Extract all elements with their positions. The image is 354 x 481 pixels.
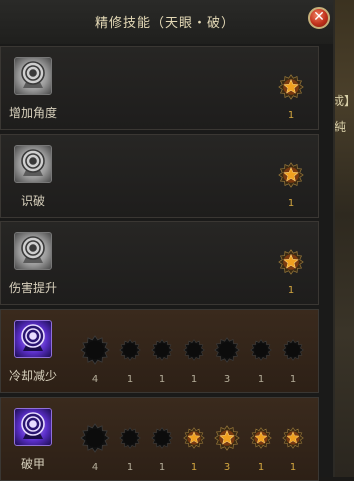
star-level-label: 1 <box>190 374 198 385</box>
star-level-label: 4 <box>91 374 99 385</box>
star-level-label: 1 <box>287 285 295 296</box>
star-lit-icon[interactable] <box>250 427 272 449</box>
star-level-label: 3 <box>223 462 231 473</box>
star-lit-icon[interactable] <box>278 74 304 100</box>
star-locked-icon[interactable] <box>183 339 205 361</box>
star-level-label: 1 <box>158 374 166 385</box>
star-lit-icon[interactable] <box>214 425 240 451</box>
purple-target-icon[interactable] <box>14 408 52 446</box>
background-text-2: 純 <box>334 120 347 134</box>
star-lit-icon[interactable] <box>278 249 304 275</box>
star-locked-icon[interactable] <box>119 427 141 449</box>
star-locked-icon[interactable] <box>80 423 110 453</box>
skill-name: 识破 <box>20 194 45 208</box>
star-locked-icon[interactable] <box>151 427 173 449</box>
star-level-label: 1 <box>257 462 265 473</box>
star-locked-icon[interactable] <box>80 335 110 365</box>
grey-target-icon[interactable] <box>14 57 52 95</box>
star-lit-icon[interactable] <box>183 427 205 449</box>
star-level-label: 1 <box>257 374 265 385</box>
star-level-label: 3 <box>223 374 231 385</box>
close-icon: ✕ <box>313 9 325 25</box>
star-lit-icon[interactable] <box>278 162 304 188</box>
refine-skill-panel: 精修技能（天眼・破） 增加角度 1 识破 1 伤害提升 1 冷却减少 4 1 1 1 3 1 1 破甲 4 1 1… <box>0 0 335 481</box>
star-level-label: 1 <box>158 462 166 473</box>
skill-row: 破甲 4 1 1 1 3 1 1 <box>0 397 319 481</box>
skill-row: 伤害提升 1 <box>0 221 319 305</box>
star-locked-icon[interactable] <box>214 337 240 363</box>
star-lit-icon[interactable] <box>282 427 304 449</box>
background-text-1: 成】 <box>332 94 354 108</box>
star-level-label: 1 <box>289 374 297 385</box>
skill-name: 增加角度 <box>8 106 57 120</box>
skill-row: 增加角度 1 <box>0 46 319 130</box>
star-locked-icon[interactable] <box>282 339 304 361</box>
skill-row: 冷却减少 4 1 1 1 3 1 1 <box>0 309 319 393</box>
skill-name: 冷却减少 <box>8 369 57 383</box>
star-level-label: 4 <box>91 462 99 473</box>
skill-name: 伤害提升 <box>8 281 57 295</box>
panel-title: 精修技能（天眼・破） <box>94 16 235 31</box>
star-level-label: 1 <box>289 462 297 473</box>
close-button[interactable]: ✕ <box>308 7 330 29</box>
star-locked-icon[interactable] <box>250 339 272 361</box>
star-locked-icon[interactable] <box>151 339 173 361</box>
star-level-label: 1 <box>287 110 295 121</box>
star-locked-icon[interactable] <box>119 339 141 361</box>
panel-titlebar: 精修技能（天眼・破） <box>0 0 333 44</box>
skill-name: 破甲 <box>20 457 45 471</box>
star-level-label: 1 <box>126 374 134 385</box>
purple-target-icon[interactable] <box>14 320 52 358</box>
star-level-label: 1 <box>126 462 134 473</box>
grey-target-icon[interactable] <box>14 232 52 270</box>
skill-row: 识破 1 <box>0 134 319 218</box>
star-level-label: 1 <box>287 198 295 209</box>
star-level-label: 1 <box>190 462 198 473</box>
grey-target-icon[interactable] <box>14 145 52 183</box>
